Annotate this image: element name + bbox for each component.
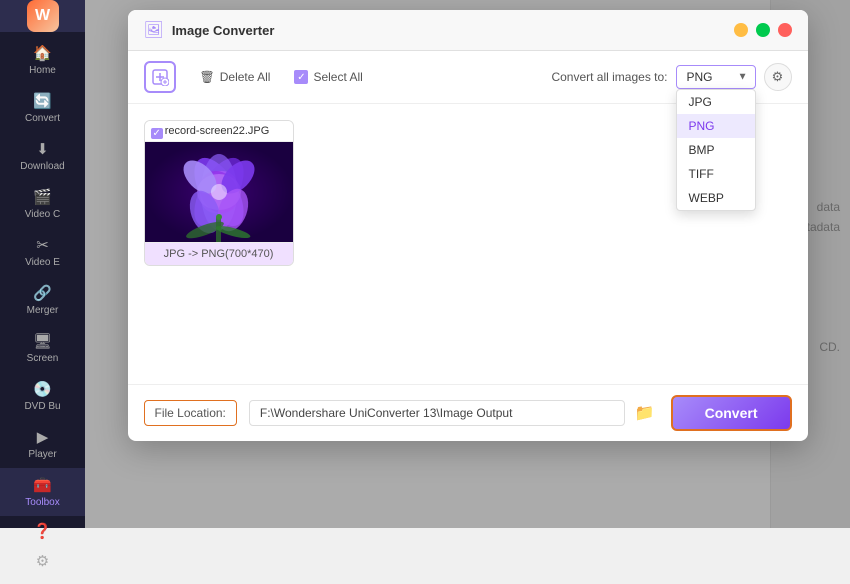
image-card: ✓ record-screen22.JPG (144, 120, 294, 266)
format-select[interactable]: PNG (676, 65, 756, 89)
sidebar-item-label: Merger (27, 305, 59, 316)
delete-all-label: Delete All (220, 70, 271, 84)
sidebar-item-player[interactable]: ▶ Player (0, 420, 85, 468)
sidebar-item-label: Screen (27, 353, 59, 364)
checkbox-icon: ✓ (294, 70, 308, 84)
delete-all-button[interactable]: 🗑 Delete All (192, 66, 279, 88)
format-dropdown-menu[interactable]: JPG PNG BMP TIFF WEBP (676, 89, 756, 211)
main-content: data etadata CD. 🖼 Image Converter (85, 0, 850, 528)
sidebar-bottom: ❓ ⚙ (0, 516, 85, 584)
close-button[interactable] (778, 23, 792, 37)
format-settings-button[interactable]: ⚙ (764, 63, 792, 91)
modal-titlebar: 🖼 Image Converter (128, 10, 808, 51)
sidebar-item-label: Download (20, 161, 64, 172)
modal-overlay: 🖼 Image Converter (85, 0, 850, 528)
modal-title: Image Converter (172, 23, 734, 38)
select-all-checkbox[interactable]: ✓ Select All (294, 70, 362, 84)
sidebar-item-label: Home (29, 65, 56, 76)
format-option-png[interactable]: PNG (677, 114, 755, 138)
file-path-wrapper: F:\Wondershare UniConverter 13\Image Out… (249, 399, 659, 427)
sidebar-item-label: Convert (25, 113, 60, 124)
sidebar-item-label: DVD Bu (24, 401, 60, 412)
sidebar-item-video-c[interactable]: 🎬 Video C (0, 180, 85, 228)
sidebar-item-dvd[interactable]: 💿 DVD Bu (0, 372, 85, 420)
file-location-label: File Location: (144, 400, 237, 426)
sidebar-item-toolbox[interactable]: 🧰 Toolbox (0, 468, 85, 516)
toolbox-icon: 🧰 (33, 476, 52, 494)
browse-folder-button[interactable]: 📁 (631, 399, 659, 427)
toolbar: 🗑 Delete All ✓ Select All Convert all im… (128, 51, 808, 104)
sidebar-item-label: Player (28, 449, 56, 460)
select-all-label: Select All (313, 70, 362, 84)
format-select-wrapper: PNG ▼ JPG PNG BMP TIFF WEBP (676, 65, 756, 89)
sidebar-item-label: Toolbox (25, 497, 59, 508)
download-icon: ⬇ (36, 140, 49, 158)
file-path-select[interactable]: F:\Wondershare UniConverter 13\Image Out… (249, 400, 625, 426)
sidebar-item-video-e[interactable]: ✂ Video E (0, 228, 85, 276)
dvd-icon: 💿 (33, 380, 52, 398)
format-option-jpg[interactable]: JPG (677, 90, 755, 114)
home-icon: 🏠 (33, 44, 52, 62)
help-icon: ❓ (33, 522, 52, 540)
video-e-icon: ✂ (36, 236, 49, 254)
settings-icon: ⚙ (36, 552, 49, 570)
sidebar-item-label: Video C (25, 209, 60, 220)
image-thumbnail (145, 142, 293, 242)
maximize-button[interactable] (756, 23, 770, 37)
sidebar-item-label: Video E (25, 257, 60, 268)
convert-icon: 🔄 (33, 92, 52, 110)
trash-icon: 🗑 (200, 70, 215, 84)
image-conversion-label: JPG -> PNG(700*470) (145, 242, 293, 265)
sidebar-item-convert[interactable]: 🔄 Convert (0, 84, 85, 132)
modal-window-controls (734, 23, 792, 37)
sidebar: W 🏠 Home 🔄 Convert ⬇ Download 🎬 Video C … (0, 0, 85, 528)
image-filename: ✓ record-screen22.JPG (145, 121, 293, 142)
modal-footer: File Location: F:\Wondershare UniConvert… (128, 384, 808, 441)
image-converter-modal: 🖼 Image Converter (128, 10, 808, 441)
sidebar-item-home[interactable]: 🏠 Home (0, 36, 85, 84)
app-logo-icon: W (27, 0, 59, 32)
sidebar-item-screen[interactable]: 🖥 Screen (0, 324, 85, 372)
add-image-button[interactable] (144, 61, 176, 93)
sidebar-item-settings[interactable]: ⚙ (0, 546, 85, 576)
format-option-tiff[interactable]: TIFF (677, 162, 755, 186)
sidebar-item-download[interactable]: ⬇ Download (0, 132, 85, 180)
merger-icon: 🔗 (33, 284, 52, 302)
sidebar-item-help[interactable]: ❓ (0, 516, 85, 546)
minimize-button[interactable] (734, 23, 748, 37)
format-option-bmp[interactable]: BMP (677, 138, 755, 162)
player-icon: ▶ (37, 428, 49, 446)
convert-button[interactable]: Convert (671, 395, 792, 431)
modal-icon: 🖼 (144, 20, 164, 40)
card-checkbox[interactable]: ✓ (151, 127, 163, 139)
screen-icon: 🖥 (33, 332, 52, 350)
sidebar-logo: W (0, 0, 85, 32)
format-option-webp[interactable]: WEBP (677, 186, 755, 210)
sidebar-item-merger[interactable]: 🔗 Merger (0, 276, 85, 324)
video-c-icon: 🎬 (33, 188, 52, 206)
convert-all-label: Convert all images to: PNG ▼ JPG PNG BMP… (551, 63, 791, 91)
